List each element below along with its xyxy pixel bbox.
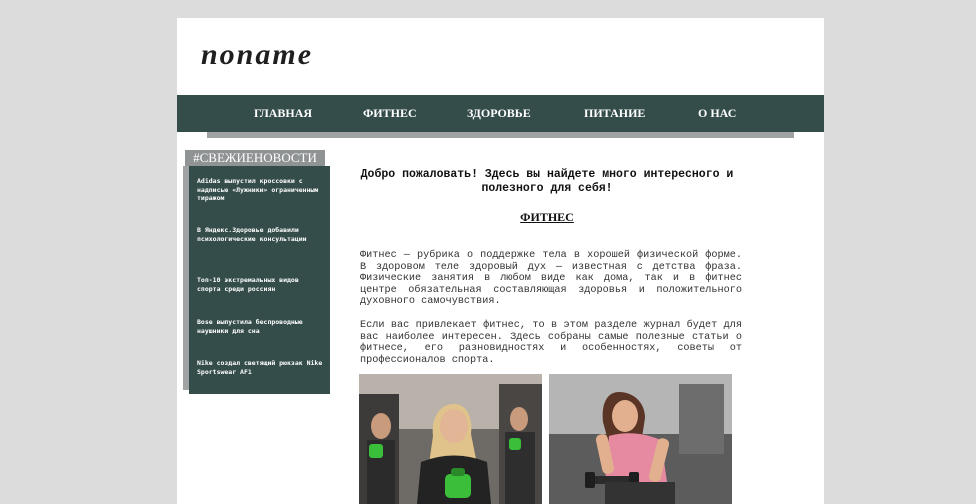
- news-item[interactable]: Bose выпустила беспроводные наушники для…: [197, 318, 325, 335]
- nav-item-home[interactable]: ГЛАВНАЯ: [254, 95, 312, 132]
- main-navigation: ГЛАВНАЯ ФИТНЕС ЗДОРОВЬЕ ПИТАНИЕ О НАС: [177, 95, 824, 132]
- news-sidebar: Adidas выпустил кроссовки с надписью «Лу…: [189, 166, 330, 394]
- welcome-text: Добро пожаловать! Здесь вы найдете много…: [360, 168, 734, 195]
- nav-item-health[interactable]: ЗДОРОВЬЕ: [467, 95, 531, 132]
- news-item[interactable]: Топ-10 экстремальных видов спорта среди …: [197, 276, 325, 293]
- nav-item-nutrition[interactable]: ПИТАНИЕ: [584, 95, 645, 132]
- intro-paragraph: Фитнес — рубрика о поддержке тела в хоро…: [360, 250, 742, 307]
- fitness-photo-kettlebell: [359, 374, 542, 504]
- intro-paragraph: Если вас привлекает фитнес, то в этом ра…: [360, 320, 742, 366]
- news-item[interactable]: Adidas выпустил кроссовки с надписью «Лу…: [197, 177, 325, 203]
- news-item[interactable]: Nike создал светящий рюкзак Nike Sportsw…: [197, 359, 325, 376]
- fitness-photo-dumbbell: [549, 374, 732, 504]
- news-item[interactable]: В Яндекс.Здоровье добавили психологическ…: [197, 226, 325, 243]
- site-logo[interactable]: noname: [201, 38, 313, 72]
- nav-shadow: [207, 132, 794, 138]
- sidebar-title: #СВЕЖИЕНОВОСТИ: [185, 150, 325, 166]
- section-title: ФИТНЕС: [520, 210, 574, 224]
- nav-item-about[interactable]: О НАС: [698, 95, 736, 132]
- page-container: noname ГЛАВНАЯ ФИТНЕС ЗДОРОВЬЕ ПИТАНИЕ О…: [177, 18, 824, 504]
- nav-item-fitness[interactable]: ФИТНЕС: [363, 95, 417, 132]
